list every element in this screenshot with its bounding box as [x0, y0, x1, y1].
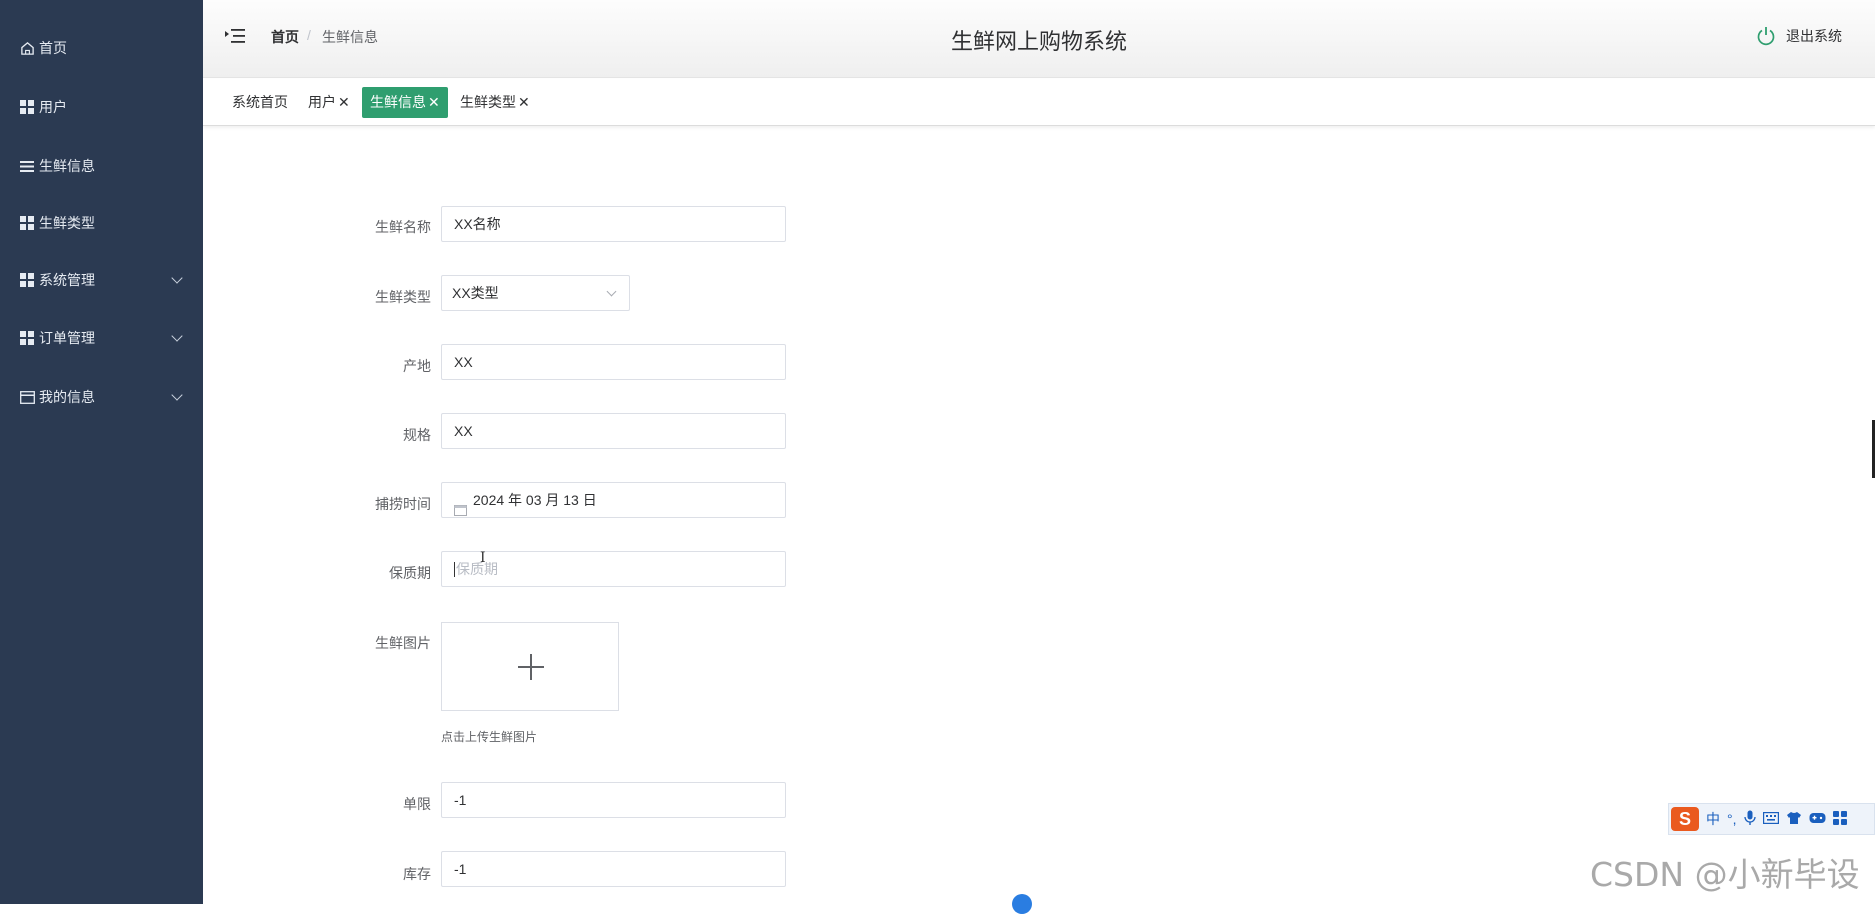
- sidebar-item-label: 订单管理: [39, 330, 95, 346]
- sidebar: 首页 用户 生鲜信息 生鲜类型 系统管理 订单管理 我的信息: [0, 0, 203, 904]
- shelf-life-placeholder: 保质期: [456, 561, 498, 577]
- image-label: 生鲜图片: [375, 635, 431, 651]
- mic-icon[interactable]: [1743, 810, 1756, 828]
- spec-input[interactable]: XX: [441, 413, 786, 449]
- home-icon: [19, 40, 35, 56]
- shelf-life-input[interactable]: 保质期: [441, 551, 786, 587]
- catch-time-label: 捕捞时间: [375, 496, 431, 512]
- chevron-down-icon: [606, 286, 617, 297]
- sidebar-item-label: 我的信息: [39, 389, 95, 405]
- type-select-value: XX类型: [452, 285, 499, 301]
- limit-input[interactable]: -1: [441, 782, 786, 818]
- breadcrumb-current: 生鲜信息: [322, 29, 378, 45]
- sogou-logo-icon[interactable]: S: [1671, 807, 1699, 831]
- logout-button[interactable]: 退出系统: [1756, 26, 1842, 46]
- tag-fresh-info[interactable]: 生鲜信息 ✕: [362, 87, 448, 118]
- sidebar-item-system[interactable]: 系统管理: [0, 260, 203, 300]
- origin-input[interactable]: XX: [441, 344, 786, 380]
- upload-tip: 点击上传生鲜图片: [441, 730, 538, 744]
- name-input[interactable]: XX名称: [441, 206, 786, 242]
- grid-icon: [19, 330, 35, 346]
- stock-label: 库存: [403, 866, 431, 882]
- top-header: 首页 / 生鲜信息 生鲜网上购物系统 退出系统: [203, 0, 1875, 78]
- tag-label: 系统首页: [232, 94, 288, 110]
- tag-users[interactable]: 用户 ✕: [308, 87, 350, 118]
- sidebar-item-users[interactable]: 用户: [0, 87, 203, 127]
- sidebar-item-label: 生鲜信息: [39, 158, 95, 174]
- text-caret: [454, 561, 455, 577]
- gamepad-icon[interactable]: [1809, 811, 1826, 827]
- tags-bar: 系统首页 用户 ✕ 生鲜信息 ✕ 生鲜类型 ✕: [203, 79, 1875, 126]
- sidebar-item-fresh-type[interactable]: 生鲜类型: [0, 203, 203, 243]
- chevron-down-icon: [171, 272, 183, 284]
- chevron-down-icon: [171, 389, 183, 401]
- menu-fold-icon[interactable]: [224, 26, 246, 46]
- grid-icon: [19, 99, 35, 115]
- logout-label: 退出系统: [1786, 28, 1842, 44]
- apps-icon[interactable]: [1832, 810, 1847, 828]
- sidebar-item-home[interactable]: 首页: [0, 28, 203, 68]
- app-title: 生鲜网上购物系统: [950, 29, 1127, 54]
- close-icon[interactable]: ✕: [428, 94, 440, 110]
- breadcrumb-home[interactable]: 首页: [271, 27, 299, 47]
- shirt-icon[interactable]: [1786, 811, 1802, 828]
- breadcrumb-separator: /: [307, 27, 311, 43]
- image-upload-button[interactable]: [441, 622, 619, 711]
- keyboard-icon[interactable]: [1762, 811, 1779, 827]
- ime-mode-toggle[interactable]: 中: [1706, 809, 1720, 829]
- sidebar-item-my-info[interactable]: 我的信息: [0, 377, 203, 417]
- origin-label: 产地: [403, 358, 431, 374]
- ibeam-cursor-icon: I: [480, 550, 486, 566]
- ime-punct-toggle[interactable]: °,: [1727, 811, 1737, 827]
- catch-time-date-picker[interactable]: 2024 年 03 月 13 日: [441, 482, 786, 518]
- sidebar-item-label: 用户: [39, 99, 67, 115]
- sidebar-item-label: 首页: [39, 40, 67, 56]
- tag-home[interactable]: 系统首页: [232, 87, 288, 118]
- spec-label: 规格: [403, 427, 431, 443]
- tag-label: 生鲜信息: [370, 94, 426, 110]
- tag-label: 生鲜类型: [460, 94, 516, 110]
- type-select[interactable]: XX类型: [441, 275, 630, 311]
- sidebar-item-label: 生鲜类型: [39, 215, 95, 231]
- card-icon: [19, 389, 35, 405]
- power-icon: [1756, 26, 1776, 46]
- list-icon: [19, 158, 35, 174]
- floating-dot: [1012, 894, 1032, 914]
- chevron-down-icon: [171, 330, 183, 342]
- plus-icon: [530, 654, 532, 680]
- type-label: 生鲜类型: [375, 289, 431, 305]
- sidebar-item-orders[interactable]: 订单管理: [0, 318, 203, 358]
- watermark: CSDN @小新毕设: [1590, 855, 1860, 894]
- ime-toolbar: S 中 °,: [1668, 803, 1875, 835]
- sidebar-item-label: 系统管理: [39, 272, 95, 288]
- sidebar-item-fresh-info[interactable]: 生鲜信息: [0, 146, 203, 186]
- grid-icon: [19, 215, 35, 231]
- catch-time-value: 2024 年 03 月 13 日: [473, 492, 597, 508]
- close-icon[interactable]: ✕: [338, 94, 350, 110]
- calendar-icon: [454, 494, 467, 516]
- close-icon[interactable]: ✕: [518, 94, 530, 110]
- shelf-life-label: 保质期: [389, 565, 431, 581]
- limit-label: 单限: [403, 796, 431, 812]
- name-label: 生鲜名称: [375, 219, 431, 235]
- stock-input[interactable]: -1: [441, 851, 786, 887]
- grid-icon: [19, 272, 35, 288]
- tag-fresh-type[interactable]: 生鲜类型 ✕: [460, 87, 530, 118]
- tag-label: 用户: [308, 94, 336, 110]
